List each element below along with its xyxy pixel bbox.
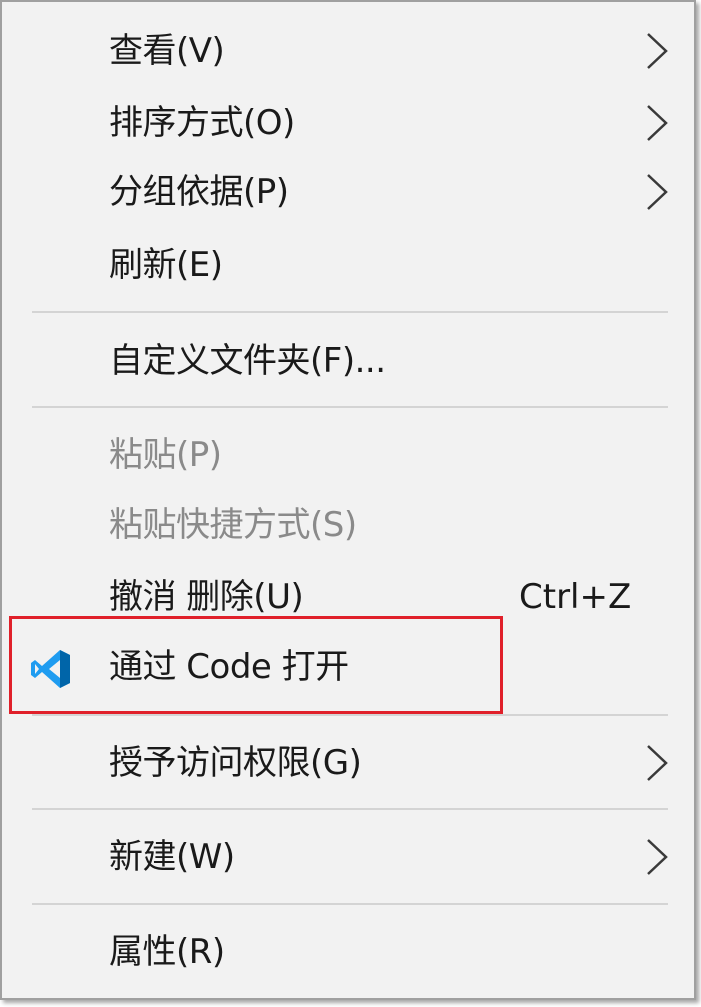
menu-item-label: 新建(W) [109, 837, 235, 877]
chevron-right-icon [647, 105, 668, 141]
menu-item-label: 粘贴(P) [109, 435, 222, 475]
menu-separator [32, 903, 668, 905]
shortcut-label: Ctrl+Z [519, 577, 632, 617]
chevron-right-icon [647, 174, 668, 210]
vscode-icon [31, 650, 70, 688]
menu-item-new[interactable]: 新建(W) [2, 825, 694, 889]
menu-item-label: 自定义文件夹(F)... [109, 341, 386, 381]
chevron-right-icon [647, 33, 668, 69]
menu-separator [32, 311, 668, 313]
menu-item-label: 刷新(E) [109, 245, 223, 285]
menu-item-label: 通过 Code 打开 [109, 647, 349, 687]
menu-item-label: 属性(R) [109, 932, 225, 972]
menu-separator [32, 406, 668, 408]
menu-item-customize-folder[interactable]: 自定义文件夹(F)... [2, 329, 694, 393]
chevron-right-icon [647, 839, 668, 875]
menu-item-give-access[interactable]: 授予访问权限(G) [2, 731, 694, 795]
menu-item-label: 排序方式(O) [109, 103, 295, 143]
context-menu: 查看(V) 排序方式(O) 分组依据(P) 刷新(E) 自定义文件夹(F)...… [0, 0, 696, 1000]
menu-item-properties[interactable]: 属性(R) [2, 920, 694, 984]
menu-item-label: 查看(V) [109, 31, 225, 71]
menu-item-label: 授予访问权限(G) [109, 743, 362, 783]
chevron-right-icon [647, 745, 668, 781]
menu-item-sort-by[interactable]: 排序方式(O) [2, 91, 694, 155]
menu-item-paste: 粘贴(P) [2, 423, 694, 487]
menu-item-open-with-code[interactable]: 通过 Code 打开 [2, 635, 694, 699]
menu-item-label: 粘贴快捷方式(S) [109, 505, 357, 545]
menu-item-view[interactable]: 查看(V) [2, 19, 694, 83]
menu-item-group-by[interactable]: 分组依据(P) [2, 160, 694, 224]
menu-item-undo-delete[interactable]: 撤消 删除(U) Ctrl+Z [2, 565, 694, 629]
menu-separator [32, 714, 668, 716]
menu-item-label: 撤消 删除(U) [109, 577, 304, 617]
menu-item-paste-shortcut: 粘贴快捷方式(S) [2, 493, 694, 557]
menu-item-refresh[interactable]: 刷新(E) [2, 233, 694, 297]
menu-separator [32, 808, 668, 810]
menu-item-label: 分组依据(P) [109, 172, 289, 212]
